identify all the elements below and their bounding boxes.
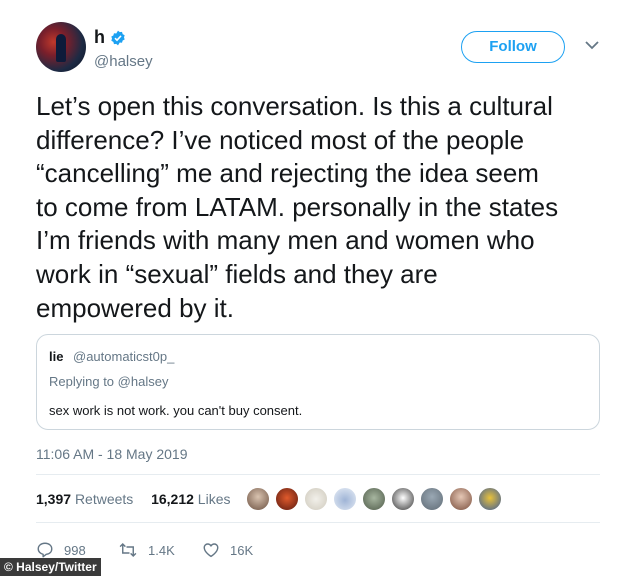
liker-avatar[interactable]: [304, 487, 328, 511]
quoted-author-name: lie: [49, 349, 64, 364]
tweet-timestamp[interactable]: 11:06 AM - 18 May 2019: [36, 446, 188, 462]
retweets-label[interactable]: Retweets: [75, 491, 133, 507]
heart-icon: [203, 543, 219, 558]
replying-to: Replying to @halsey: [49, 374, 168, 389]
liker-avatar[interactable]: [478, 487, 502, 511]
quoted-tweet[interactable]: lie @automaticst0p_ Replying to @halsey …: [36, 334, 600, 430]
retweet-action[interactable]: 1.4K: [118, 540, 175, 560]
image-credit: © Halsey/Twitter: [0, 558, 101, 576]
author-name[interactable]: h: [94, 27, 105, 47]
replying-prefix: Replying to: [49, 374, 115, 389]
likes-count[interactable]: 16,212: [151, 491, 194, 507]
liker-avatar[interactable]: [333, 487, 357, 511]
divider: [36, 522, 600, 523]
replying-handle[interactable]: @halsey: [118, 374, 169, 389]
liker-avatar[interactable]: [449, 487, 473, 511]
liker-avatar[interactable]: [275, 487, 299, 511]
chevron-down-icon[interactable]: [585, 40, 599, 50]
verified-badge-icon: [111, 30, 125, 46]
quoted-author-handle: @automaticst0p_: [73, 349, 175, 364]
tweet-line: to come from LATAM. personally in the st…: [36, 191, 559, 222]
retweet-icon: [119, 542, 137, 558]
engagement-stats: 1,397 Retweets 16,212 Likes: [36, 491, 230, 507]
liker-avatar[interactable]: [420, 487, 444, 511]
reply-icon: [37, 542, 53, 558]
author-avatar[interactable]: [36, 22, 86, 72]
tweet-line: difference? I’ve noticed most of the peo…: [36, 124, 525, 155]
follow-button[interactable]: Follow: [461, 31, 565, 63]
tweet-line: “cancelling” me and rejecting the idea s…: [36, 158, 539, 189]
quoted-text: sex work is not work. you can't buy cons…: [49, 403, 303, 418]
tweet-line: empowered by it.: [36, 292, 234, 323]
like-count: 16K: [230, 542, 254, 558]
likes-label[interactable]: Likes: [198, 491, 231, 507]
tweet-line: I’m friends with many men and women who: [36, 225, 535, 256]
liker-avatar[interactable]: [391, 487, 415, 511]
tweet-line: Let’s open this conversation. Is this a …: [36, 91, 553, 121]
retweets-count[interactable]: 1,397: [36, 491, 71, 507]
avatar-figure: [56, 34, 66, 62]
liker-avatar[interactable]: [362, 487, 386, 511]
divider: [36, 474, 600, 475]
tweet-line: work in “sexual” fields and they are: [36, 258, 438, 289]
author-handle[interactable]: @halsey: [94, 53, 153, 71]
reply-action[interactable]: 998: [36, 540, 86, 560]
reply-count: 998: [64, 542, 86, 558]
liker-avatar[interactable]: [246, 487, 270, 511]
like-action[interactable]: 16K: [202, 540, 253, 560]
retweet-count: 1.4K: [148, 542, 175, 558]
tweet-text: Let’s open this conversation. Is this a …: [36, 90, 606, 325]
